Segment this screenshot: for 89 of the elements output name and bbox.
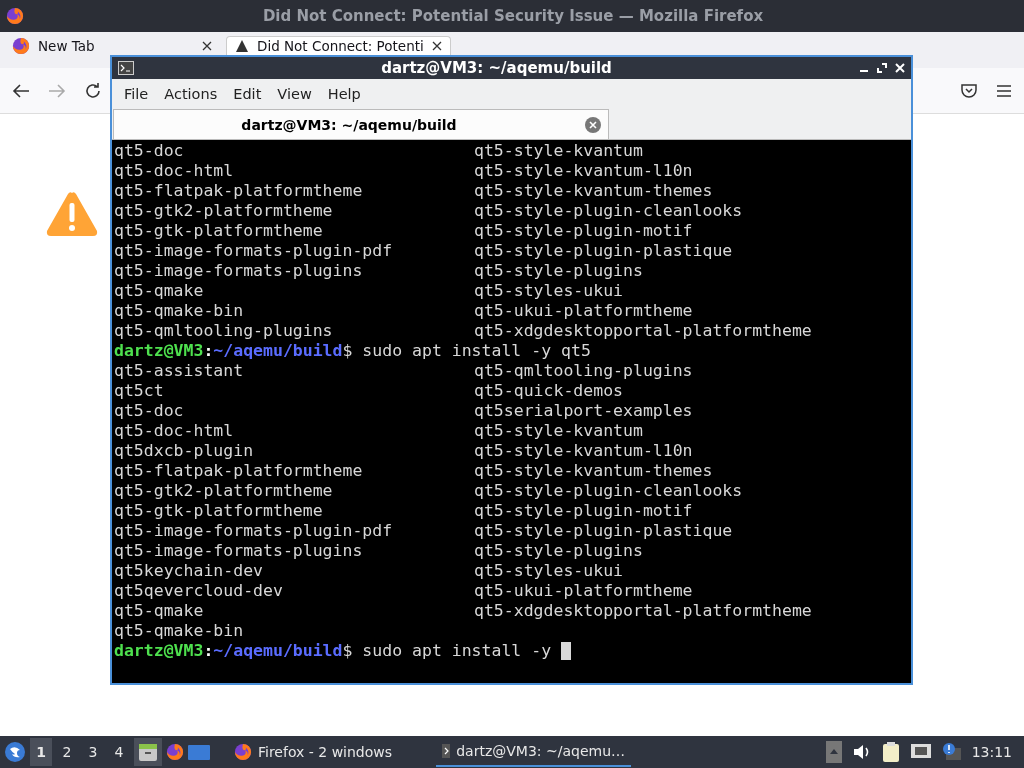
terminal-text: qt5-doc xyxy=(114,141,185,161)
terminal-text: qt5-doc-html xyxy=(114,421,235,441)
terminal-text: qt5-style-plugin-motif xyxy=(474,501,693,521)
taskbar-task[interactable]: dartz@VM3: ~/aqemu… xyxy=(436,737,632,767)
workspace-button[interactable]: 2 xyxy=(56,738,78,766)
terminal-text: qt5-gtk2-platformtheme xyxy=(114,201,334,221)
terminal-text: qt5-image-formats-plugin-pdf xyxy=(114,241,394,261)
maximize-icon[interactable] xyxy=(877,63,887,73)
terminal-text: qt5-style-plugin-plastique xyxy=(474,521,733,541)
terminal-text: qt5-ukui-platformtheme xyxy=(474,301,693,321)
menu-item[interactable]: Actions xyxy=(156,86,226,102)
start-menu-icon[interactable] xyxy=(4,741,26,763)
window-title: dartz@VM3: ~/aqemu/build xyxy=(380,59,613,77)
terminal-text: qt5-qmltooling-plugins xyxy=(474,361,693,381)
terminal-command: $ sudo apt install -y qt5 xyxy=(342,341,591,361)
terminal-text: qt5-qmake xyxy=(114,281,205,301)
terminal-text: qt5-assistant xyxy=(114,361,245,381)
terminal-text: qt5-qmake-bin xyxy=(114,301,245,321)
terminal-text: qt5-style-kvantum-themes xyxy=(474,181,713,201)
terminal-text: qt5-style-plugins xyxy=(474,541,643,561)
close-icon[interactable] xyxy=(431,41,442,51)
terminal-tab[interactable]: dartz@VM3: ~/aqemu/build xyxy=(113,109,609,139)
workspace-button[interactable]: 1 xyxy=(30,738,52,766)
terminal-text: qt5-image-formats-plugins xyxy=(114,541,364,561)
terminal-text: qt5serialport-examples xyxy=(474,401,693,421)
workspace-button[interactable]: 3 xyxy=(82,738,104,766)
firefox-icon xyxy=(166,743,184,761)
terminal-text: qt5-style-kvantum-themes xyxy=(474,461,713,481)
terminal-text: qt5-styles-ukui xyxy=(474,281,623,301)
menu-item[interactable]: Help xyxy=(319,86,369,102)
terminal-command: $ sudo apt install -y xyxy=(342,641,553,661)
warning-icon xyxy=(235,39,249,53)
terminal-text: qt5-image-formats-plugin-pdf xyxy=(114,521,394,541)
terminal-text: qt5-doc xyxy=(114,401,185,421)
terminal-icon xyxy=(118,61,134,75)
terminal-text: qt5-image-formats-plugins xyxy=(114,261,364,281)
terminal-text: qt5-xdgdesktopportal-platformtheme xyxy=(474,601,812,621)
terminal-icon xyxy=(442,744,451,758)
terminal-text: qt5-style-plugin-cleanlooks xyxy=(474,481,743,501)
clipboard-icon[interactable] xyxy=(881,741,900,763)
back-icon[interactable] xyxy=(12,82,30,99)
terminal-text: qt5-flatpak-platformtheme xyxy=(114,181,364,201)
firefox-icon xyxy=(12,36,30,55)
workspace-button[interactable]: 4 xyxy=(108,738,130,766)
terminal-text: qt5-doc-html xyxy=(114,161,235,181)
window-icon[interactable] xyxy=(188,743,210,761)
pocket-icon[interactable] xyxy=(960,82,978,99)
window-title: Did Not Connect: Potential Security Issue — Mozilla Firefox xyxy=(261,7,765,25)
menu-item[interactable]: File xyxy=(116,86,157,102)
terminal-text: qt5-style-plugin-cleanlooks xyxy=(474,201,743,221)
clock: 13:11 xyxy=(970,744,1013,760)
menu-item[interactable]: View xyxy=(269,86,320,102)
menu-icon[interactable] xyxy=(996,83,1012,98)
terminal-text: qt5-qmake-bin xyxy=(114,621,245,641)
terminal-text: qt5-style-plugin-plastique xyxy=(474,241,733,261)
terminal-text: qt5-style-kvantum-l10n xyxy=(474,161,693,181)
terminal-text: qt5-quick-demos xyxy=(474,381,623,401)
browser-tab[interactable]: New Tab xyxy=(4,36,220,55)
terminal-text: qt5-styles-ukui xyxy=(474,561,623,581)
menu-item[interactable]: Edit xyxy=(225,86,270,102)
terminal-text: qt5-gtk-platformtheme xyxy=(114,501,324,521)
terminal-text: qt5-style-plugins xyxy=(474,261,643,281)
terminal-text: qt5-qmltooling-plugins xyxy=(114,321,334,341)
terminal-text: qt5-xdgdesktopportal-platformtheme xyxy=(474,321,812,341)
terminal-text: qt5-gtk2-platformtheme xyxy=(114,481,334,501)
terminal-text: qt5-ukui-platformtheme xyxy=(474,581,693,601)
file-manager-icon[interactable] xyxy=(134,738,162,766)
terminal-text: qt5qevercloud-dev xyxy=(114,581,284,601)
terminal-text: qt5-style-kvantum-l10n xyxy=(474,441,693,461)
terminal-text: qt5-gtk-platformtheme xyxy=(114,221,324,241)
notification-icon[interactable] xyxy=(941,742,962,762)
terminal-text: qt5-style-plugin-motif xyxy=(474,221,693,241)
browser-tab[interactable]: Did Not Connect: Potenti xyxy=(226,36,451,55)
firefox-icon xyxy=(6,7,24,25)
close-icon[interactable] xyxy=(202,40,212,51)
terminal-text: qt5-style-kvantum xyxy=(474,141,643,161)
terminal-text: qt5keychain-dev xyxy=(114,561,264,581)
terminal-text: qt5dxcb-plugin xyxy=(114,441,255,461)
terminal-text: qt5-qmake xyxy=(114,601,205,621)
network-icon[interactable] xyxy=(909,743,932,761)
terminal-text: qt5-flatpak-platformtheme xyxy=(114,461,364,481)
warning-icon xyxy=(46,191,98,237)
reload-icon[interactable] xyxy=(84,81,102,100)
firefox-icon xyxy=(234,743,252,761)
terminal-text: qt5ct xyxy=(114,381,165,401)
shell-prompt: dartz@VM3:~/aqemu/build xyxy=(114,341,343,361)
taskbar-task[interactable]: Firefox - 2 windows xyxy=(228,737,399,767)
shell-prompt: dartz@VM3:~/aqemu/build xyxy=(114,641,343,661)
terminal-text: qt5-style-kvantum xyxy=(474,421,643,441)
